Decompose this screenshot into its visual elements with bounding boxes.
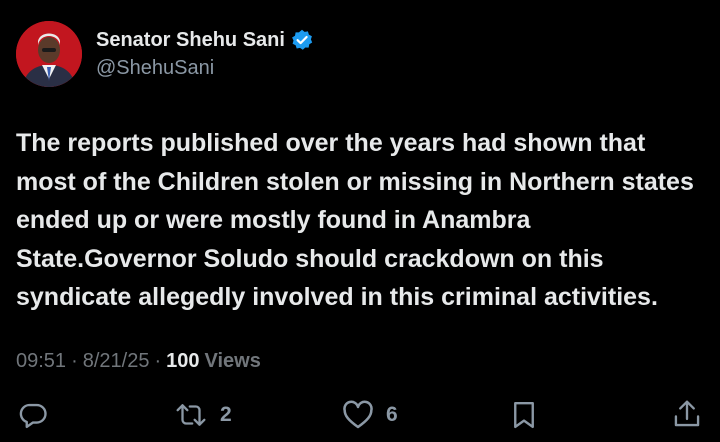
tweet-time[interactable]: 09:51 [16, 348, 66, 374]
reply-icon[interactable] [18, 400, 48, 430]
author-names: Senator Shehu Sani @ShehuSani [96, 27, 313, 81]
like-count: 6 [386, 403, 398, 426]
author-handle[interactable]: @ShehuSani [96, 55, 313, 81]
action-bar: 2 6 [0, 398, 720, 436]
retweet-icon[interactable] [174, 400, 208, 430]
share-button[interactable] [672, 398, 702, 430]
display-name-row: Senator Shehu Sani [96, 27, 313, 53]
meta-separator: · [154, 350, 162, 372]
views-count: 100 [166, 350, 200, 372]
bookmark-button[interactable] [510, 400, 538, 430]
views-label: Views [204, 350, 261, 372]
tweet-card: Senator Shehu Sani @ShehuSani The report… [0, 0, 720, 442]
verified-badge-icon[interactable] [291, 29, 313, 51]
heart-icon[interactable] [342, 400, 374, 430]
bookmark-icon[interactable] [510, 400, 538, 430]
avatar[interactable] [16, 21, 82, 87]
reply-button[interactable] [18, 400, 48, 430]
retweet-button[interactable]: 2 [174, 400, 232, 430]
like-button[interactable]: 6 [342, 400, 398, 430]
tweet-text: The reports published over the years had… [16, 129, 694, 311]
meta-separator: · [71, 350, 78, 372]
display-name[interactable]: Senator Shehu Sani [96, 27, 285, 53]
tweet-meta: 09:51 · 8/21/25 · 100 Views [16, 348, 261, 374]
tweet-header: Senator Shehu Sani @ShehuSani [16, 20, 313, 88]
share-icon[interactable] [672, 398, 702, 430]
tweet-date[interactable]: 8/21/25 [83, 348, 150, 374]
retweet-count: 2 [220, 403, 232, 426]
